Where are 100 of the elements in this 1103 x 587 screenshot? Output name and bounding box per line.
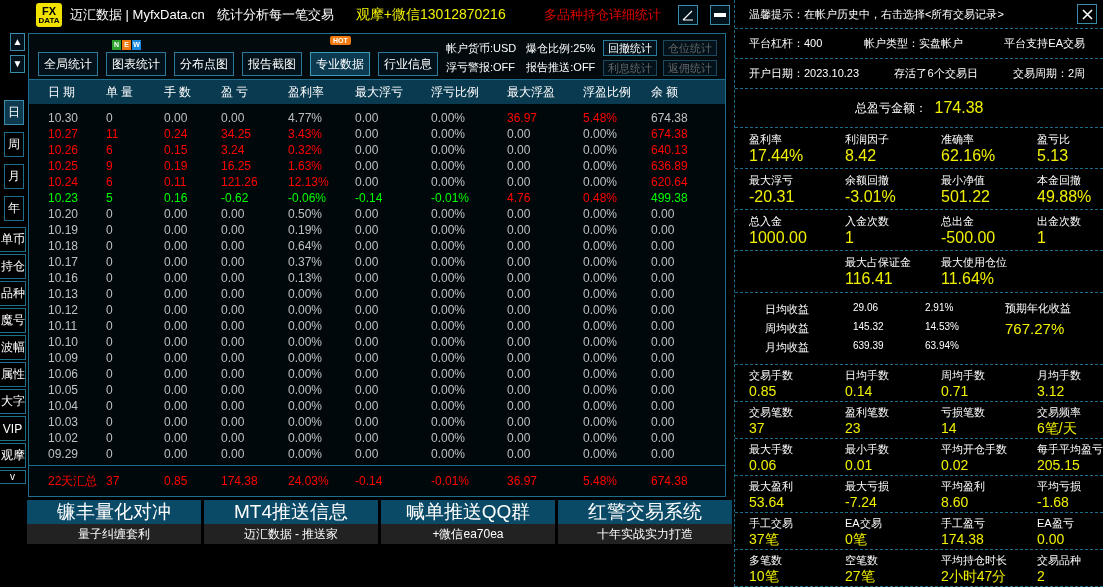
table-cell-text: 0.00 — [164, 271, 189, 285]
account-info: 爆仓比例:25% — [526, 41, 596, 56]
side-tab[interactable]: 属性 — [0, 362, 26, 387]
table-cell-text: 09.29 — [48, 447, 80, 461]
table-cell-text: 0.00% — [431, 399, 467, 413]
banner-title[interactable]: 喊单推送QQ群 — [381, 500, 555, 524]
table-cell-text: 0.00 — [355, 271, 380, 285]
side-tab[interactable]: 单币 — [0, 227, 26, 252]
angle-button[interactable] — [678, 5, 698, 25]
table-cell-text: -0.62 — [221, 191, 250, 205]
side-tab[interactable]: 日 — [4, 100, 24, 125]
table-cell-text: 0.00% — [288, 399, 324, 413]
table-cell-text: 620.64 — [651, 175, 689, 189]
metric-value: 11.64% — [941, 270, 996, 288]
table-cell-text: 0.00 — [221, 319, 246, 333]
side-tab[interactable]: VIP — [0, 416, 26, 441]
toolbar-button[interactable]: 行业信息 — [378, 52, 438, 76]
table-cell-text: 0.00% — [431, 223, 467, 237]
table-cell-text: 10.26 — [48, 143, 80, 157]
side-tab[interactable]: 大字 — [0, 389, 26, 414]
scroll-arrow-button[interactable]: ▲ — [10, 33, 25, 51]
metric-value: 0笔 — [845, 530, 868, 547]
table-cell-text: 0.00 — [221, 335, 246, 349]
table-cell-text: 0.00 — [221, 367, 246, 381]
table-cell-text: 16.25 — [221, 159, 253, 173]
banner-subtitle[interactable]: +微信ea70ea — [381, 524, 555, 544]
table-cell-text: 0.00 — [651, 303, 676, 317]
banner-subtitle[interactable]: 迈汇数据 - 推送家 — [204, 524, 378, 544]
table-cell-text: 0.00 — [355, 335, 380, 349]
table-cell-text: 0.00 — [164, 447, 189, 461]
table-cell-text: 10.20 — [48, 207, 80, 221]
close-button[interactable] — [1077, 4, 1097, 24]
side-tab[interactable]: 波幅 — [0, 335, 26, 360]
table-cell-text: 10.05 — [48, 383, 80, 397]
table-cell-text: 0.13% — [288, 271, 324, 285]
side-tab[interactable]: 品种 — [0, 281, 26, 306]
table-cell-text: 0.00 — [355, 207, 380, 221]
side-tab[interactable]: 周 — [4, 132, 24, 157]
table-cell-text: 0.00 — [507, 415, 532, 429]
metric-value: -20.31 — [749, 187, 796, 206]
toolbar-button[interactable]: 图表统计 — [106, 52, 166, 76]
table-cell-text: -0.01% — [431, 191, 471, 205]
account-detail: 平台支持EA交易 — [1004, 36, 1085, 51]
table-cell-text: 10.03 — [48, 415, 80, 429]
metric-value: 205.15 — [1037, 456, 1081, 473]
table-cell-text: 0.00 — [507, 175, 532, 189]
side-tab[interactable]: 年 — [4, 196, 24, 221]
metric-label: 平均开仓手数 — [941, 441, 1008, 457]
table-cell-text: 674.38 — [651, 111, 689, 125]
side-tab[interactable]: v — [0, 470, 26, 484]
summary-cell-text: 22天汇总 — [48, 472, 99, 490]
banner-subtitle[interactable]: 十年实战实力打造 — [558, 524, 732, 544]
summary-cell-text: 24.03% — [288, 474, 330, 488]
table-cell-text: 0.00 — [355, 367, 380, 381]
table-cell-text: 10.27 — [48, 127, 80, 141]
table-cell-text: 0.00 — [651, 335, 676, 349]
table-cell-text: 0.00% — [288, 383, 324, 397]
summary-cell-text: 674.38 — [651, 474, 689, 488]
toolbar-button[interactable]: 分布点图 — [174, 52, 234, 76]
metric-value: 174.38 — [941, 530, 985, 547]
table-cell-text: 0.00 — [164, 319, 189, 333]
scroll-arrow-button[interactable]: ▼ — [10, 55, 25, 73]
side-tab[interactable]: 魔号 — [0, 308, 26, 333]
average-amount: 29.06 — [853, 302, 880, 315]
account-info: 帐户货币:USD — [446, 41, 517, 56]
table-cell-text: 0.00 — [355, 319, 380, 333]
average-percent: 2.91% — [925, 302, 955, 315]
table-cell-text: 0.00% — [431, 367, 467, 381]
metric-label: 空笔数 — [845, 552, 879, 568]
table-cell-text: 0 — [106, 447, 114, 461]
table-cell-text: 0.00% — [288, 367, 324, 381]
metric-value: 27笔 — [845, 567, 876, 584]
toolbar-button[interactable]: 报告截图 — [242, 52, 302, 76]
table-cell-text: 10.25 — [48, 159, 80, 173]
table-cell-text: 0.00 — [507, 287, 532, 301]
table-cell-text: 0 — [106, 351, 114, 365]
banner-title[interactable]: 镰丰量化对冲 — [27, 500, 201, 524]
side-tab[interactable]: 观摩 — [0, 443, 26, 468]
minimize-button[interactable] — [710, 5, 730, 25]
table-cell-text: 0.00% — [431, 351, 467, 365]
average-label: 日均收益 — [765, 302, 810, 317]
banner-title[interactable]: 红警交易系统 — [558, 500, 732, 524]
metric-label: 余额回撤 — [845, 172, 890, 188]
table-cell-text: 0.00% — [431, 415, 467, 429]
toolbar-button[interactable]: 全局统计 — [38, 52, 98, 76]
account-detail: 开户日期：2023.10.23 — [749, 66, 860, 81]
banner-title[interactable]: MT4推送信息 — [204, 500, 378, 524]
stat-button[interactable]: 回撤统计 — [603, 40, 658, 56]
banner-subtitle[interactable]: 量子纠缠套利 — [27, 524, 201, 544]
metric-label: 本金回撤 — [1037, 172, 1082, 188]
toolbar-button[interactable]: 专业数据 — [310, 52, 370, 76]
table-cell-text: 0.00% — [583, 303, 619, 317]
table-cell-text: 0.64% — [288, 239, 324, 253]
table-cell-text: 0.00 — [651, 415, 676, 429]
table-cell-text: 0.00 — [221, 207, 246, 221]
metric-value: -7.24 — [845, 493, 878, 510]
side-tab[interactable]: 持仓 — [0, 254, 26, 279]
table-cell-text: 0.00 — [355, 399, 380, 413]
side-tab[interactable]: 月 — [4, 164, 24, 189]
table-cell-text: 0.37% — [288, 255, 324, 269]
